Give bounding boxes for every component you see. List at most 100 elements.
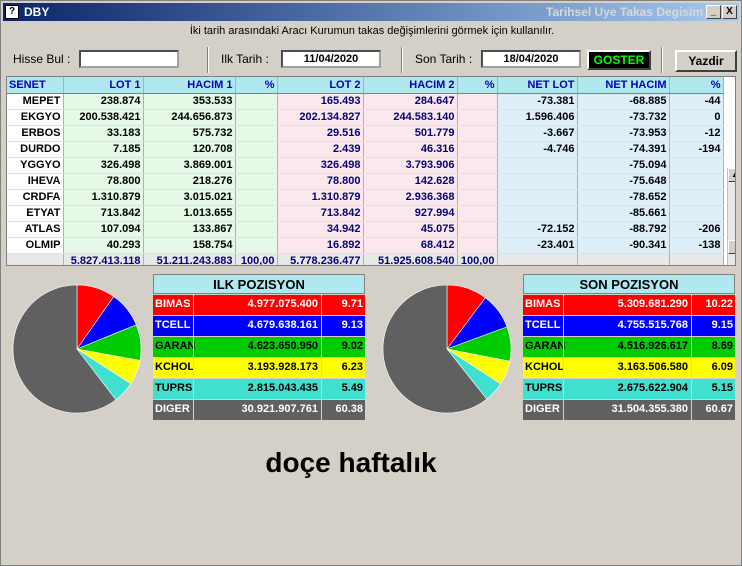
ilk-tarih-input[interactable]: 11/04/2020 [281, 50, 381, 68]
total-cell [497, 253, 578, 265]
table-cell: 1.310.879 [277, 189, 364, 206]
total-cell [7, 253, 64, 265]
table-cell: -44 [669, 93, 724, 110]
table-cell: 34.942 [277, 221, 364, 238]
table-cell: -72.152 [497, 221, 578, 238]
table-cell: 107.094 [63, 221, 144, 238]
goster-button[interactable]: GOSTER [587, 50, 651, 70]
position-row: TUPRS 2.675.622.904 5.15 [523, 379, 735, 399]
scroll-thumb[interactable] [728, 240, 735, 254]
table-cell: 244.583.140 [363, 109, 458, 126]
table-cell: 3.793.906 [363, 157, 458, 174]
table-cell: -12 [669, 125, 724, 142]
column-header[interactable]: NET LOT [497, 77, 578, 94]
table-cell: 575.732 [143, 125, 236, 142]
position-name: KCHOL [525, 361, 565, 373]
table-cell [457, 141, 498, 158]
position-value: 4.977.075.400 [193, 295, 321, 315]
table-cell: OLMIP [7, 237, 64, 254]
table-row[interactable]: IHEVA 78.800 218.276 78.800 142.628 -75.648 [7, 173, 724, 190]
table-cell [669, 189, 724, 206]
system-menu-icon[interactable]: ? [5, 5, 19, 19]
position-name: TCELL [155, 319, 191, 331]
table-cell [669, 205, 724, 222]
table-cell: 713.842 [277, 205, 364, 222]
column-header[interactable]: LOT 2 [277, 77, 364, 94]
table-cell: 0 [669, 109, 724, 126]
divider [661, 47, 663, 73]
info-text: İki tarih arasındaki Aracı Kurumun takas… [189, 25, 555, 37]
son-pozisyon-table: SON POZISYON BIMAS 5.309.681.290 10.22 TCEL… [523, 274, 735, 420]
table-cell: MEPET [7, 93, 64, 110]
position-row: DIGER 31.504.355.380 60.67 [523, 400, 735, 420]
table-cell [235, 109, 278, 126]
table-cell [235, 237, 278, 254]
table-cell [457, 93, 498, 110]
yazdir-button[interactable]: Yazdir [675, 50, 737, 72]
table-cell: 158.754 [143, 237, 236, 254]
column-header[interactable]: SENET [7, 77, 64, 94]
column-header[interactable]: % [235, 77, 278, 94]
table-row[interactable]: ATLAS 107.094 133.867 34.942 45.075 -72.152 -8… [7, 221, 724, 238]
table-cell: -75.648 [577, 173, 670, 190]
hisse-search-input[interactable] [79, 50, 179, 68]
total-cell: 51.925.608.540 [363, 253, 458, 265]
table-cell [457, 221, 498, 238]
table-cell: ERBOS [7, 125, 64, 142]
takas-grid[interactable]: SENET LOT 1 HACIM 1% LOT 2 HACIM 2% NET LOT NE… [6, 76, 736, 266]
position-value: 4.755.515.768 [563, 316, 691, 336]
position-name: TCELL [525, 319, 561, 331]
total-cell [577, 253, 670, 265]
column-header[interactable]: % [669, 77, 724, 94]
column-header[interactable]: NET HACIM [577, 77, 670, 94]
column-header[interactable]: HACIM 2 [363, 77, 458, 94]
app-title: DBY [24, 5, 50, 19]
table-cell: -3.667 [497, 125, 578, 142]
table-row[interactable]: CRDFA 1.310.879 3.015.021 1.310.879 2.936.36… [7, 189, 724, 206]
table-cell [457, 109, 498, 126]
table-cell: EKGYO [7, 109, 64, 126]
table-cell: -88.792 [577, 221, 670, 238]
table-row[interactable]: YGGYO 326.498 3.869.001 326.498 3.793.906 -75… [7, 157, 724, 174]
position-row: BIMAS 4.977.075.400 9.71 [153, 295, 365, 315]
table-cell: 200.538.421 [63, 109, 144, 126]
position-value: 4.623.650.950 [193, 337, 321, 357]
position-percent: 6.09 [691, 358, 735, 378]
column-header[interactable]: % [457, 77, 498, 94]
table-cell [235, 173, 278, 190]
son-tarih-input[interactable]: 18/04/2020 [481, 50, 581, 68]
son-pozisyon-title: SON POZISYON [523, 274, 735, 294]
table-row[interactable]: MEPET 238.874 353.533 165.493 284.647 -73.381… [7, 93, 724, 110]
grid-scrollbar[interactable]: ▲ ▼ [727, 168, 735, 265]
table-cell: 1.596.406 [497, 109, 578, 126]
table-cell: -73.953 [577, 125, 670, 142]
table-cell: 3.869.001 [143, 157, 236, 174]
position-row: TCELL 4.679.638.161 9.13 [153, 316, 365, 336]
table-row[interactable]: ETYAT 713.842 1.013.655 713.842 927.994 -85.6… [7, 205, 724, 222]
table-cell [457, 189, 498, 206]
column-header[interactable]: LOT 1 [63, 77, 144, 94]
position-value: 2.675.622.904 [563, 379, 691, 399]
title-bar[interactable]: ? DBY Tarihsel Uye Takas Degisim _ X [3, 3, 739, 21]
table-cell: 1.013.655 [143, 205, 236, 222]
table-cell [235, 157, 278, 174]
total-cell: 51.211.243.883 [143, 253, 236, 265]
table-cell: 3.015.021 [143, 189, 236, 206]
table-row[interactable]: EKGYO 200.538.421 244.656.873 202.134.827 24… [7, 109, 724, 126]
table-cell: 29.516 [277, 125, 364, 142]
close-button[interactable]: X [722, 5, 737, 19]
column-header[interactable]: HACIM 1 [143, 77, 236, 94]
position-value: 30.921.907.761 [193, 400, 321, 420]
table-cell: 120.708 [143, 141, 236, 158]
table-row[interactable]: ERBOS 33.183 575.732 29.516 501.779 -3.667 -73… [7, 125, 724, 142]
minimize-button[interactable]: _ [706, 5, 721, 19]
table-row[interactable]: OLMIP 40.293 158.754 16.892 68.412 -23.401 -90… [7, 237, 724, 254]
table-cell: 713.842 [63, 205, 144, 222]
table-cell: 238.874 [63, 93, 144, 110]
table-cell: -75.094 [577, 157, 670, 174]
table-cell [669, 157, 724, 174]
up-arrow-icon[interactable]: ▲ [728, 168, 735, 182]
table-row[interactable]: DURDO 7.185 120.708 2.439 46.316 -4.746 -74.39… [7, 141, 724, 158]
table-cell: 78.800 [277, 173, 364, 190]
total-cell: 5.778.236.477 [277, 253, 364, 265]
